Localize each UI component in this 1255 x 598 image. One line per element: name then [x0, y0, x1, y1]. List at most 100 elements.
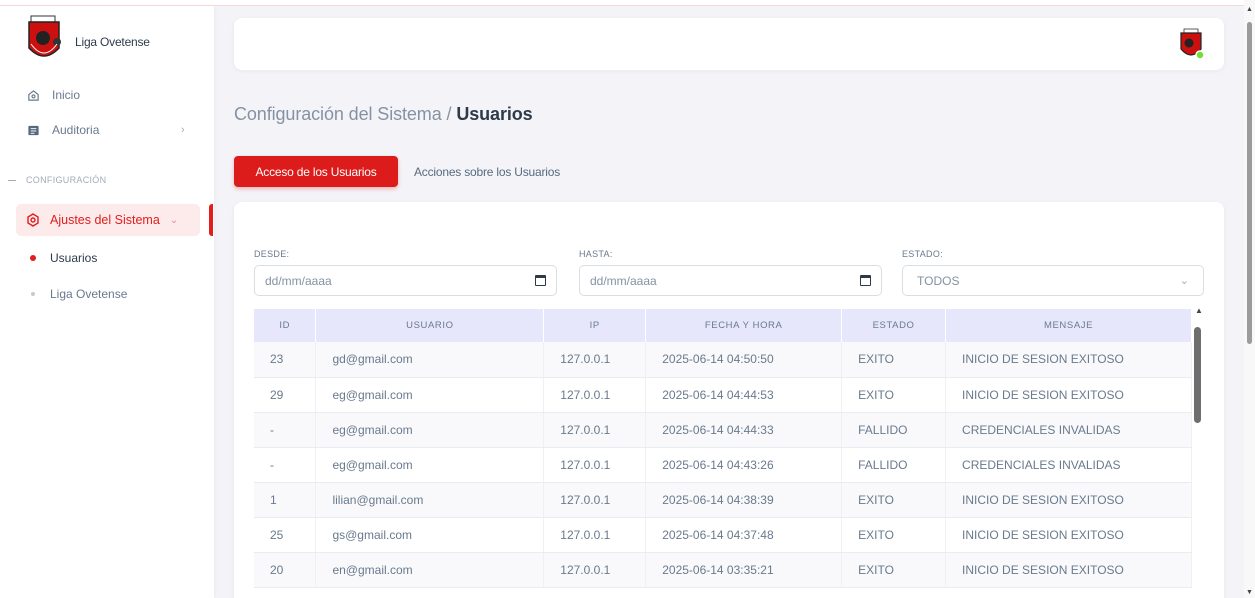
sidebar-item-ajustes[interactable]: Ajustes del Sistema ⌄ — [16, 204, 200, 236]
cell-estado: EXITO — [841, 552, 947, 588]
avatar[interactable] — [1174, 27, 1208, 63]
sidebar-item-label: Auditoria — [52, 123, 100, 137]
cell-ip: 127.0.0.1 — [543, 447, 647, 483]
chevron-right-icon: › — [181, 124, 185, 136]
hasta-placeholder: dd/mm/aaaa — [590, 273, 657, 288]
column-header-id[interactable]: ID — [254, 309, 317, 342]
table-row: 20 en@gmail.com 127.0.0.1 2025-06-14 03:… — [254, 552, 1192, 588]
active-indicator — [209, 204, 213, 236]
sidebar-subitem-label: Liga Ovetense — [50, 287, 128, 301]
page-scroll-thumb[interactable] — [1247, 22, 1252, 344]
cell-estado: FALLIDO — [841, 447, 947, 483]
cell-estado: EXITO — [841, 342, 947, 378]
dot-icon — [31, 292, 35, 296]
access-log-table: ID USUARIO IP FECHA Y HORA ESTADO MENSAJ… — [254, 309, 1192, 588]
sidebar-section-configuracion: CONFIGURACIÓN — [8, 175, 106, 185]
sidebar-item-label: Ajustes del Sistema — [50, 213, 160, 227]
ledger-icon — [26, 123, 40, 137]
brand[interactable]: Liga Ovetense — [27, 14, 150, 70]
sidebar-item-inicio[interactable]: Inicio — [26, 88, 80, 102]
cell-mensaje: INICIO DE SESION EXITOSO — [945, 482, 1192, 518]
estado-select[interactable]: TODOS ⌄ — [902, 265, 1204, 296]
cell-id: 1 — [254, 482, 317, 518]
cell-id: 23 — [254, 342, 317, 378]
cell-id: 25 — [254, 517, 317, 553]
page-scrollbar[interactable]: ▲ ▼ — [1244, 0, 1255, 598]
cell-mensaje: CREDENCIALES INVALIDAS — [945, 412, 1192, 448]
desde-placeholder: dd/mm/aaaa — [265, 273, 332, 288]
sidebar-item-label: Inicio — [52, 88, 81, 102]
section-dash — [8, 179, 16, 181]
sidebar-item-auditoria[interactable]: Auditoria — [26, 123, 99, 137]
scroll-down-icon[interactable]: ▼ — [1246, 589, 1253, 596]
cell-fecha: 2025-06-14 04:37:48 — [645, 517, 843, 553]
access-log-card: DESDE: dd/mm/aaaa HASTA: dd/mm/aaaa ESTA… — [234, 202, 1224, 598]
cell-mensaje: INICIO DE SESION EXITOSO — [945, 552, 1192, 588]
desde-label: DESDE: — [254, 249, 290, 259]
chevron-down-icon: ⌄ — [1179, 275, 1189, 287]
section-label-text: CONFIGURACIÓN — [26, 175, 107, 185]
cell-fecha: 2025-06-14 03:35:21 — [645, 552, 843, 588]
cell-ip: 127.0.0.1 — [543, 412, 647, 448]
cell-usuario: en@gmail.com — [315, 552, 545, 588]
table-row: 23 gd@gmail.com 127.0.0.1 2025-06-14 04:… — [254, 342, 1192, 378]
cell-estado: FALLIDO — [841, 412, 947, 448]
column-header-fecha[interactable]: FECHA Y HORA — [645, 309, 843, 342]
cell-fecha: 2025-06-14 04:44:33 — [645, 412, 843, 448]
cell-usuario: eg@gmail.com — [315, 377, 545, 413]
home-icon — [26, 88, 40, 102]
calendar-icon[interactable] — [860, 275, 871, 286]
column-header-mensaje[interactable]: MENSAJE — [945, 309, 1192, 342]
cell-mensaje: INICIO DE SESION EXITOSO — [945, 517, 1192, 553]
cell-id: 20 — [254, 552, 317, 588]
estado-selected-value: TODOS — [917, 273, 960, 288]
cell-fecha: 2025-06-14 04:44:53 — [645, 377, 843, 413]
cell-ip: 127.0.0.1 — [543, 517, 647, 553]
cell-estado: EXITO — [841, 517, 947, 553]
table-scroll-up-icon[interactable]: ▲ — [1195, 306, 1203, 315]
sidebar-subitem-label: Usuarios — [50, 251, 98, 265]
cell-fecha: 2025-06-14 04:43:26 — [645, 447, 843, 483]
column-header-ip[interactable]: IP — [543, 309, 647, 342]
cell-id: - — [254, 412, 317, 448]
desde-date-input[interactable]: dd/mm/aaaa — [254, 265, 557, 296]
cell-mensaje: INICIO DE SESION EXITOSO — [945, 342, 1192, 378]
sidebar-subitem-usuarios[interactable]: Usuarios — [30, 251, 97, 265]
tab-acceso-usuarios[interactable]: Acceso de los Usuarios — [234, 156, 398, 187]
cell-usuario: gd@gmail.com — [315, 342, 545, 378]
column-header-usuario[interactable]: USUARIO — [315, 309, 545, 342]
tab-acciones-usuarios[interactable]: Acciones sobre los Usuarios — [414, 156, 560, 187]
table-row: - eg@gmail.com 127.0.0.1 2025-06-14 04:4… — [254, 412, 1192, 448]
table-header-row: ID USUARIO IP FECHA Y HORA ESTADO MENSAJ… — [254, 309, 1192, 342]
sidebar-subitem-liga[interactable]: Liga Ovetense — [30, 287, 127, 301]
cell-fecha: 2025-06-14 04:38:39 — [645, 482, 843, 518]
scroll-up-icon[interactable]: ▲ — [1246, 6, 1253, 13]
chevron-down-icon: ⌄ — [169, 214, 179, 226]
cell-usuario: eg@gmail.com — [315, 447, 545, 483]
sidebar: Liga Ovetense Inicio Auditoria › CONFIGU… — [0, 6, 214, 598]
cell-mensaje: INICIO DE SESION EXITOSO — [945, 377, 1192, 413]
estado-label: ESTADO: — [902, 249, 943, 259]
active-dot-icon — [30, 255, 36, 261]
cell-mensaje: CREDENCIALES INVALIDAS — [945, 447, 1192, 483]
cell-ip: 127.0.0.1 — [543, 482, 647, 518]
cell-usuario: gs@gmail.com — [315, 517, 545, 553]
league-logo — [27, 14, 79, 70]
table-row: 25 gs@gmail.com 127.0.0.1 2025-06-14 04:… — [254, 517, 1192, 553]
breadcrumb-parent: Configuración del Sistema / — [234, 104, 457, 124]
cell-ip: 127.0.0.1 — [543, 552, 647, 588]
cell-fecha: 2025-06-14 04:50:50 — [645, 342, 843, 378]
gear-icon — [26, 213, 40, 227]
page-title: Configuración del Sistema / Usuarios — [234, 104, 533, 125]
top-navbar — [234, 18, 1224, 70]
cell-id: 29 — [254, 377, 317, 413]
table-row: 29 eg@gmail.com 127.0.0.1 2025-06-14 04:… — [254, 377, 1192, 413]
brand-name: Liga Ovetense — [75, 35, 150, 49]
cell-usuario: lilian@gmail.com — [315, 482, 545, 518]
hasta-date-input[interactable]: dd/mm/aaaa — [579, 265, 882, 296]
hasta-label: HASTA: — [579, 249, 613, 259]
table-scrollbar[interactable] — [1194, 327, 1201, 423]
calendar-icon[interactable] — [535, 275, 546, 286]
table-row: 1 lilian@gmail.com 127.0.0.1 2025-06-14 … — [254, 482, 1192, 518]
column-header-estado[interactable]: ESTADO — [841, 309, 947, 342]
